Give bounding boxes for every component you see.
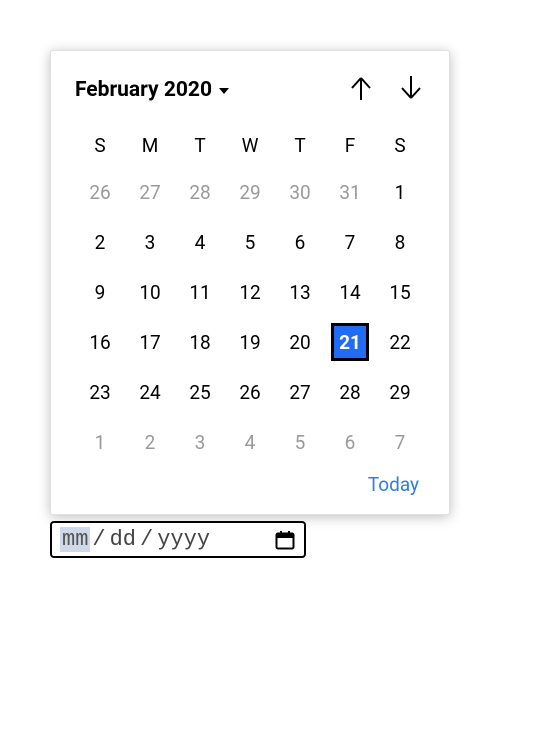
day-cell[interactable]: 12	[231, 273, 269, 311]
day-cell[interactable]: 6	[331, 423, 369, 461]
calendar-icon[interactable]	[274, 529, 296, 551]
day-cell[interactable]: 3	[181, 423, 219, 461]
weekday-row: S M T W T F S	[75, 124, 425, 167]
day-cell[interactable]: 4	[181, 223, 219, 261]
weekday-header: S	[75, 124, 125, 167]
day-cell[interactable]: 14	[331, 273, 369, 311]
day-cell[interactable]: 2	[131, 423, 169, 461]
day-cell[interactable]: 31	[331, 173, 369, 211]
day-cell[interactable]: 11	[181, 273, 219, 311]
day-cell[interactable]: 13	[281, 273, 319, 311]
day-cell[interactable]: 17	[131, 323, 169, 361]
date-input[interactable]: mm / dd / yyyy	[50, 521, 306, 558]
day-cell[interactable]: 29	[231, 173, 269, 211]
arrow-down-icon	[399, 75, 423, 104]
day-cell[interactable]: 24	[131, 373, 169, 411]
date-input-yyyy[interactable]: yyyy	[155, 527, 212, 552]
calendar-week: 23 24 25 26 27 28 29	[75, 367, 425, 417]
day-cell[interactable]: 28	[331, 373, 369, 411]
day-cell[interactable]: 1	[381, 173, 419, 211]
day-cell[interactable]: 5	[231, 223, 269, 261]
day-cell[interactable]: 27	[281, 373, 319, 411]
next-month-button[interactable]	[397, 73, 425, 106]
day-cell[interactable]: 9	[81, 273, 119, 311]
day-cell[interactable]: 5	[281, 423, 319, 461]
day-cell[interactable]: 16	[81, 323, 119, 361]
weekday-header: M	[125, 124, 175, 167]
calendar-week: 9 10 11 12 13 14 15	[75, 267, 425, 317]
day-cell[interactable]: 7	[331, 223, 369, 261]
day-cell[interactable]: 19	[231, 323, 269, 361]
day-cell[interactable]: 26	[231, 373, 269, 411]
today-link[interactable]: Today	[368, 473, 419, 496]
chevron-down-icon	[218, 78, 230, 102]
day-cell[interactable]: 8	[381, 223, 419, 261]
prev-month-button[interactable]	[347, 73, 375, 106]
calendar-week: 1234567	[75, 417, 425, 467]
weekday-header: W	[225, 124, 275, 167]
day-cell[interactable]: 22	[381, 323, 419, 361]
calendar-header: February 2020	[75, 73, 425, 106]
day-cell[interactable]: 10	[131, 273, 169, 311]
weekday-header: T	[275, 124, 325, 167]
date-input-sep: /	[138, 527, 155, 552]
day-cell[interactable]: 27	[131, 173, 169, 211]
day-cell[interactable]: 20	[281, 323, 319, 361]
calendar-week: 16 17 18 19 20 21 22	[75, 317, 425, 367]
calendar-grid: S M T W T F S 26272829303112345678910111…	[75, 124, 425, 467]
today-row: Today	[75, 473, 425, 496]
month-year-selector[interactable]: February 2020	[75, 78, 230, 102]
date-input-sep: /	[90, 527, 107, 552]
day-cell[interactable]: 4	[231, 423, 269, 461]
weekday-header: F	[325, 124, 375, 167]
day-cell[interactable]: 2	[81, 223, 119, 261]
day-cell[interactable]: 6	[281, 223, 319, 261]
day-cell[interactable]: 26	[81, 173, 119, 211]
calendar-popup: February 2020 S M T W	[50, 50, 450, 515]
day-cell[interactable]: 21	[331, 323, 369, 361]
day-cell[interactable]: 30	[281, 173, 319, 211]
arrow-up-icon	[349, 75, 373, 104]
day-cell[interactable]: 28	[181, 173, 219, 211]
day-cell[interactable]: 29	[381, 373, 419, 411]
day-cell[interactable]: 25	[181, 373, 219, 411]
calendar-nav	[347, 73, 425, 106]
weekday-header: S	[375, 124, 425, 167]
weekday-header: T	[175, 124, 225, 167]
date-input-mm[interactable]: mm	[60, 527, 90, 552]
day-cell[interactable]: 18	[181, 323, 219, 361]
calendar-week: 2345678	[75, 217, 425, 267]
day-cell[interactable]: 7	[381, 423, 419, 461]
calendar-week: 26 27 28 29 30 31 1	[75, 167, 425, 217]
date-input-dd[interactable]: dd	[108, 527, 138, 552]
day-cell[interactable]: 23	[81, 373, 119, 411]
month-year-label: February 2020	[75, 78, 212, 102]
day-cell[interactable]: 15	[381, 273, 419, 311]
day-cell[interactable]: 1	[81, 423, 119, 461]
day-cell[interactable]: 3	[131, 223, 169, 261]
